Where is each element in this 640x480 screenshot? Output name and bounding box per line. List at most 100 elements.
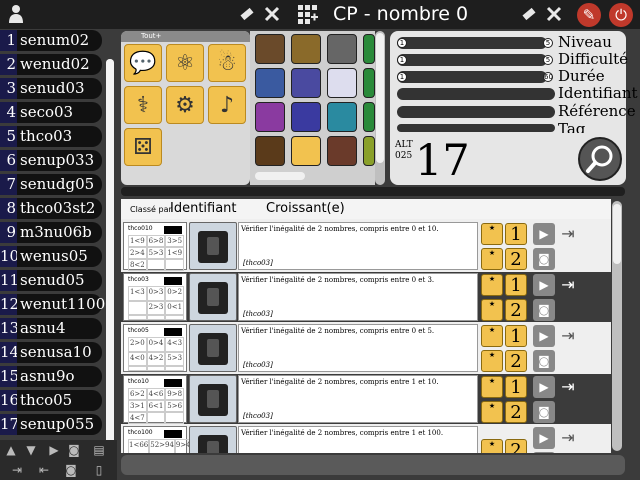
game-tile-green[interactable] [363, 136, 375, 166]
game-tile-radio[interactable] [255, 136, 285, 166]
camera-button[interactable]: ◙ [533, 248, 555, 270]
game-tile-blue-ball[interactable] [255, 68, 285, 98]
user-row[interactable]: 7 senudg05 [0, 174, 102, 195]
identifiant-input[interactable] [397, 88, 555, 100]
game-tile-can[interactable] [291, 102, 321, 132]
caduceus-icon[interactable]: ⚕ [124, 86, 162, 124]
login-icon[interactable]: ⇤ [35, 462, 53, 478]
search-button[interactable] [578, 137, 622, 181]
exercise-thumbnail[interactable]: thco10 6>2 4<6 9>8 3>1 6<1 5>6 4<7 [123, 375, 187, 424]
gingerbread-icon[interactable]: ☃ [208, 44, 246, 82]
user-row[interactable]: 12 wenut11001 [0, 294, 115, 315]
exercise-thumbnail[interactable]: thco100 1<66 52>94 9>47 [123, 426, 197, 453]
card-icon[interactable]: ▤ [90, 442, 108, 458]
slider-max-knob[interactable]: 5 [543, 38, 553, 48]
login-icon[interactable]: ⇥ [557, 427, 579, 449]
play-button[interactable]: ▶ [533, 376, 555, 398]
eraser-icon[interactable] [518, 3, 540, 25]
game-tile-equation[interactable] [327, 68, 357, 98]
sort-field-select[interactable]: Identifiant [170, 201, 237, 216]
exercise-row[interactable]: thco100 1<66 52>94 9>47 Vérifier l'inégalité… [121, 425, 611, 453]
dice-icon[interactable]: ⚄ [124, 128, 162, 166]
play-button[interactable]: ▶ [533, 274, 555, 296]
play-icon[interactable]: ▶ [45, 442, 63, 458]
atom-icon[interactable]: ⚛ [166, 44, 204, 82]
exercise-thumbnail[interactable]: thco010 1<9 6>8 3>5 2>4 5>3 1<9 8<2 [123, 222, 187, 271]
exercise-thumbnail[interactable]: thco05 2>0 0>4 4<3 4<0 4>2 5>3 [123, 324, 187, 372]
category-header[interactable]: Tout+ [121, 31, 250, 42]
wrench-icon[interactable]: ✎ [577, 3, 601, 27]
exercise-row[interactable]: thco10 6>2 4<6 9>8 3>1 6<1 5>6 4<7 Vérifier l'in… [121, 374, 611, 424]
slider-min-knob[interactable]: 1 [397, 38, 407, 48]
login-icon[interactable]: ⇥ [557, 376, 579, 398]
reference-input[interactable] [397, 106, 555, 118]
user-row[interactable]: 10 wenus05 [0, 246, 102, 267]
niveau-slider[interactable]: 1 5 [397, 37, 553, 49]
game-tile-computer[interactable] [255, 102, 285, 132]
login-icon[interactable]: ⇥ [557, 325, 579, 347]
logout-icon[interactable]: ⇥ [8, 462, 26, 478]
user-row[interactable]: 5 thco03 [0, 126, 102, 147]
game-tile-gems[interactable] [291, 68, 321, 98]
eraser-icon[interactable] [236, 3, 258, 25]
difficulte-slider[interactable]: 1 5 [397, 54, 553, 66]
sort-up-icon[interactable]: ▲ [2, 442, 20, 458]
games-horizontal-scrollbar[interactable] [255, 172, 305, 180]
grid-add-icon[interactable] [296, 3, 318, 25]
play-button[interactable]: ▶ [533, 223, 555, 245]
camera-button[interactable]: ◙ [533, 299, 555, 321]
user-row[interactable]: 4 seco03 [0, 102, 102, 123]
user-row[interactable]: 17 senup055 [0, 414, 102, 435]
user-row[interactable]: 15 asnu9o [0, 366, 102, 387]
game-tile-abacus[interactable] [255, 34, 285, 64]
user-row[interactable]: 2 wenud02 [0, 54, 102, 75]
power-icon[interactable]: ⏻ [609, 3, 633, 27]
user-row[interactable]: 11 senud05 [0, 270, 102, 291]
user-puzzle-icon[interactable] [5, 3, 27, 25]
camera-button[interactable]: ◙ [533, 452, 555, 453]
camera-button[interactable]: ◙ [533, 401, 555, 423]
user-row[interactable]: 16 thco05 [0, 390, 102, 411]
scrollbar-thumb[interactable] [613, 204, 621, 264]
duree-slider[interactable]: 1 60 [397, 71, 553, 83]
document-icon[interactable]: ▯ [90, 462, 108, 478]
user-row[interactable]: 14 senusa10 [0, 342, 102, 363]
user-row[interactable]: 6 senup033 [0, 150, 102, 171]
user-row[interactable]: 3 senud03 [0, 78, 102, 99]
tag-input[interactable] [397, 124, 555, 132]
camera-button[interactable]: ◙ [533, 350, 555, 372]
sort-order-select[interactable]: Croissant(e) [266, 201, 345, 216]
game-tile-123[interactable] [291, 136, 321, 166]
scrollbar-thumb[interactable] [376, 33, 384, 163]
play-button[interactable]: ▶ [533, 427, 555, 449]
camera-icon[interactable]: ◙ [62, 462, 80, 478]
exercise-row[interactable]: thco05 2>0 0>4 4<3 4<0 4>2 5>3 Vérifier l'inéga… [121, 323, 611, 373]
user-row[interactable]: 13 asnu4 [0, 318, 102, 339]
games-scrollbar[interactable] [375, 31, 385, 185]
sort-down-icon[interactable]: ▼ [22, 442, 40, 458]
exercise-row[interactable]: thco010 1<9 6>8 3>5 2>4 5>3 1<9 8<2 Vérifier l'i… [121, 221, 611, 271]
close-icon[interactable] [543, 3, 565, 25]
close-icon[interactable] [261, 3, 283, 25]
user-row[interactable]: 1 senum02 [0, 30, 102, 51]
game-tile-chess[interactable] [327, 34, 357, 64]
scrollbar-thumb[interactable] [106, 59, 114, 459]
slider-max-knob[interactable]: 5 [543, 55, 553, 65]
slider-min-knob[interactable]: 1 [397, 72, 407, 82]
gear-icon[interactable]: ⚙ [166, 86, 204, 124]
game-tile-green[interactable] [363, 102, 375, 132]
game-tile-green[interactable] [363, 34, 375, 64]
exercise-row[interactable]: thco03 1<3 0>3 0>2 2>3 0<1 Vérifier l'inégalit… [121, 272, 611, 322]
user-list-scrollbar[interactable] [106, 59, 114, 459]
slider-min-knob[interactable]: 1 [397, 55, 407, 65]
user-row[interactable]: 9 m3nu06b [0, 222, 102, 243]
game-tile-pencil[interactable] [327, 136, 357, 166]
user-row[interactable]: 8 thco03st2 [0, 198, 102, 219]
panel-divider[interactable] [121, 187, 625, 196]
login-icon[interactable]: ⇥ [557, 274, 579, 296]
exercise-thumbnail[interactable]: thco03 1<3 0>3 0>2 2>3 0<1 [123, 273, 187, 321]
music-note-icon[interactable]: ♪ [208, 86, 246, 124]
camera-icon[interactable]: ◙ [65, 442, 83, 458]
slider-max-knob[interactable]: 60 [543, 72, 553, 82]
login-icon[interactable]: ⇥ [557, 223, 579, 245]
